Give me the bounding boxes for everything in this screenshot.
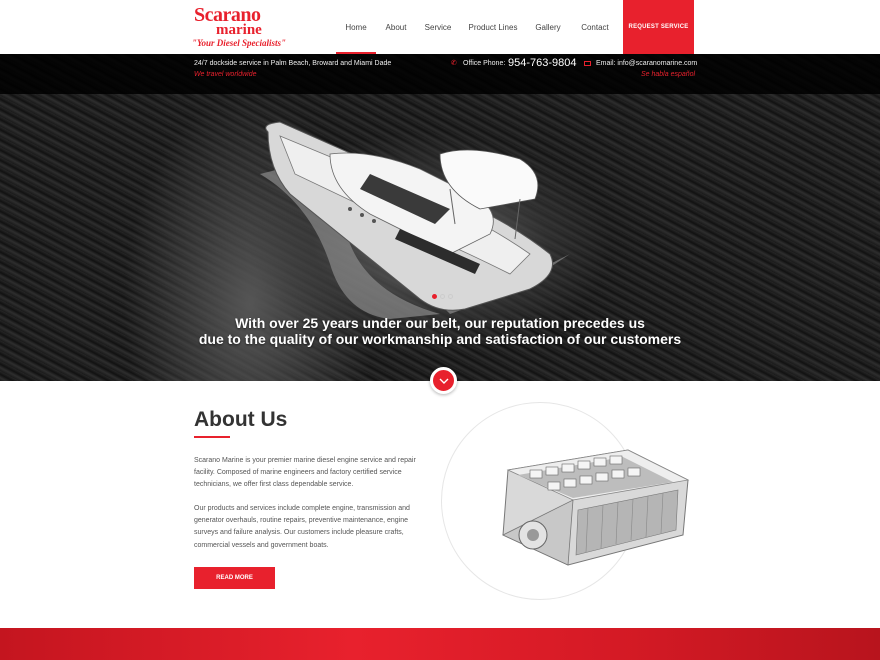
request-service-button[interactable]: REQUEST SERVICE	[623, 0, 694, 54]
hero-headline-1: With over 25 years under our belt, our r…	[235, 315, 645, 331]
footer-band	[0, 628, 880, 660]
logo-subword: marine	[216, 22, 262, 38]
info-bar	[0, 54, 880, 94]
nav-contact[interactable]: Contact	[570, 0, 620, 54]
about-paragraph-2: Our products and services include comple…	[194, 505, 410, 549]
travel-text: We travel worldwide	[194, 71, 257, 78]
phone-number[interactable]: 954-763-9804	[508, 57, 577, 69]
slider-dot-3[interactable]	[448, 294, 453, 299]
nav-home[interactable]: Home	[336, 0, 376, 54]
phone-icon: ✆	[451, 60, 457, 67]
nav-gallery[interactable]: Gallery	[526, 0, 570, 54]
engine-image	[502, 449, 690, 566]
spanish-note: Se habla español	[641, 71, 696, 78]
service-area-text: 24/7 dockside service in Palm Beach, Bro…	[194, 60, 392, 67]
email-link[interactable]: Email: info@scaranomarine.com	[596, 60, 697, 67]
hero-slider: 24/7 dockside service in Palm Beach, Bro…	[0, 54, 880, 381]
about-heading: About Us	[194, 408, 288, 431]
slider-dot-1[interactable]	[432, 294, 437, 299]
read-more-button[interactable]: READ MORE	[194, 567, 275, 589]
hero-headline-2: due to the quality of our workmanship an…	[198, 331, 682, 347]
phone-label: Office Phone:	[463, 60, 506, 67]
chevron-down-icon	[439, 378, 448, 384]
boat-image	[260, 121, 570, 319]
mail-icon	[584, 61, 591, 66]
site-header: Scarano marine "Your Diesel Specialists"…	[0, 0, 880, 54]
about-paragraph-1: Scarano Marine is your premier marine di…	[194, 457, 416, 489]
main-nav: Home About Service Product Lines Gallery…	[336, 0, 620, 54]
heading-underline	[194, 436, 230, 438]
nav-about[interactable]: About	[376, 0, 416, 54]
nav-product-lines[interactable]: Product Lines	[460, 0, 526, 54]
logo[interactable]: Scarano marine "Your Diesel Specialists"	[192, 4, 286, 52]
slider-dot-2[interactable]	[440, 294, 445, 299]
nav-service[interactable]: Service	[416, 0, 460, 54]
logo-tagline: "Your Diesel Specialists"	[192, 38, 286, 48]
scroll-down-button[interactable]	[430, 367, 457, 394]
slider-dots	[432, 294, 453, 299]
